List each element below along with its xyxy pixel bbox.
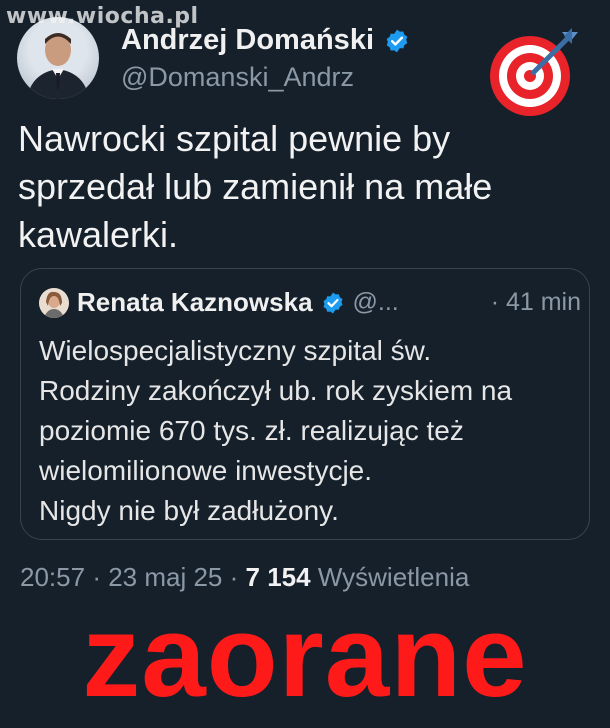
- quoted-tweet-header: Renata Kaznowska @... · 41 min: [39, 287, 587, 318]
- quoted-text-line: wielomilionowe inwestycje.: [39, 455, 373, 486]
- verified-badge-icon: [323, 292, 343, 313]
- tweet-text: Nawrocki szpital pewnie by sprzedał lub …: [18, 118, 493, 255]
- tweet-time[interactable]: 20:57: [20, 562, 85, 592]
- quoted-author-avatar[interactable]: [39, 287, 69, 318]
- quoted-text-line: poziomie 670 tys. zł. realizując też: [39, 415, 464, 446]
- caption-text: zaorane: [82, 591, 528, 721]
- watermark: www.wiocha.pl: [6, 4, 199, 29]
- direct-hit-target-icon: [490, 28, 578, 116]
- separator: ·: [229, 562, 246, 592]
- separator: ·: [92, 562, 109, 592]
- quoted-text-line: Nigdy nie był zadłużony.: [39, 495, 339, 526]
- view-count-label: Wyświetlenia: [317, 562, 470, 592]
- author-avatar[interactable]: [17, 17, 99, 99]
- tweet-date[interactable]: 23 maj 25: [108, 562, 222, 592]
- author-handle[interactable]: @Domanski_Andrz: [121, 62, 354, 93]
- quoted-author-name[interactable]: Renata Kaznowska: [77, 287, 313, 318]
- verified-badge-icon: [386, 29, 408, 52]
- quoted-tweet[interactable]: Renata Kaznowska @... · 41 min Wielospec…: [20, 268, 590, 540]
- person-photo-icon: [27, 33, 89, 99]
- quoted-author-handle[interactable]: @...: [353, 288, 399, 317]
- quoted-timestamp[interactable]: · 41 min: [491, 288, 587, 317]
- quoted-tweet-text: Wielospecjalistyczny szpital św. Rodziny…: [39, 331, 579, 531]
- quoted-text-line: Rodziny zakończył ub. rok zyskiem na: [39, 375, 513, 406]
- quoted-text-line: Wielospecjalistyczny szpital św.: [39, 335, 432, 366]
- person-photo-icon: [39, 287, 69, 318]
- view-count: 7 154: [245, 562, 311, 592]
- tweet-metadata: 20:57 · 23 maj 25 · 7 154 Wyświetlenia: [20, 562, 469, 593]
